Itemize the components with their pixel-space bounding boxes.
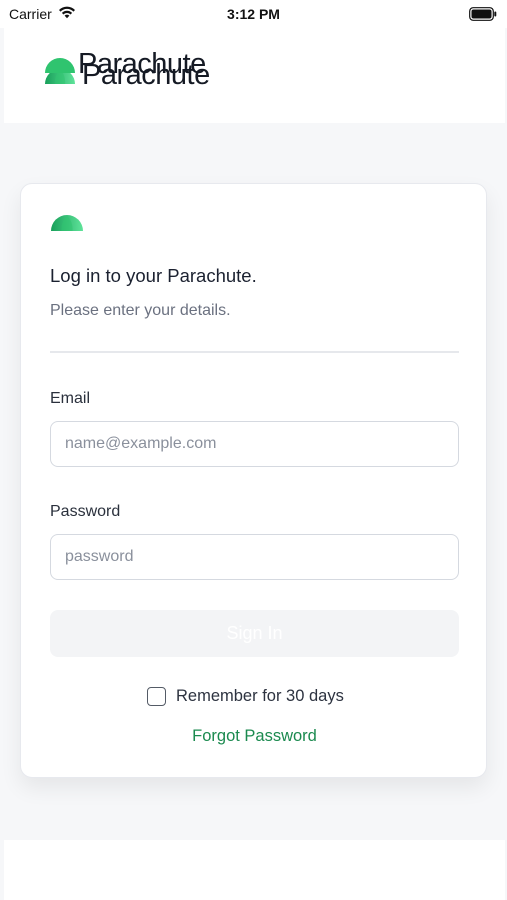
wifi-icon [58,6,76,22]
footer-brand-name: Parachute [78,48,206,80]
login-title: Log in to your Parachute. [50,265,257,286]
remember-checkbox[interactable] [147,687,166,706]
footer-panel [4,840,505,900]
sign-in-button[interactable]: Sign In [50,610,459,657]
battery-icon [469,7,497,21]
status-left: Carrier [9,6,76,22]
carrier-label: Carrier [9,6,52,22]
parachute-logo-icon [50,214,84,232]
password-field[interactable] [50,534,459,580]
login-subtitle: Please enter your details. [50,302,231,319]
login-card: Log in to your Parachute. Please enter y… [20,183,487,778]
email-field[interactable] [50,421,459,467]
parachute-logo-icon [44,56,76,74]
status-bar: Carrier 3:12 PM [0,0,507,28]
remember-label: Remember for 30 days [176,687,344,705]
remember-option[interactable]: Remember for 30 days [147,687,344,706]
divider [50,351,459,353]
status-time: 3:12 PM [227,6,280,22]
forgot-password-link[interactable]: Forgot Password [21,727,488,746]
password-label: Password [50,503,121,520]
email-label: Email [50,390,91,407]
